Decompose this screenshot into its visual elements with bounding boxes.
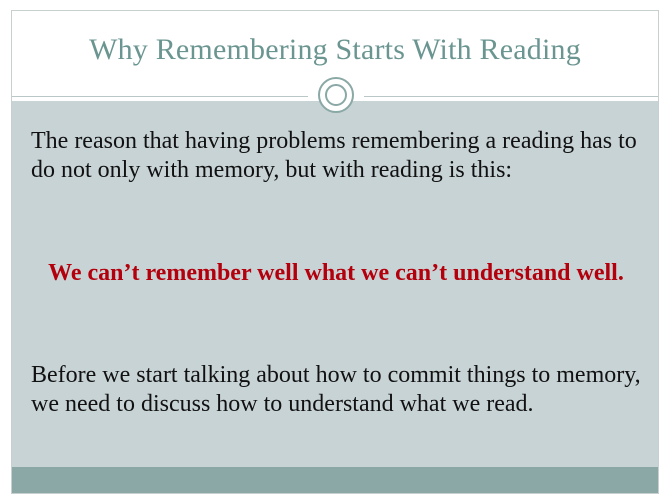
divider-inner-circle-icon <box>325 84 347 106</box>
body-paragraph-2: Before we start talking about how to com… <box>31 362 641 417</box>
emphasis-statement: We can’t remember well what we can’t und… <box>48 260 624 286</box>
title-divider-left <box>12 96 308 97</box>
content-area: The reason that having problems remember… <box>12 101 658 469</box>
footer-bar <box>12 467 658 493</box>
title-divider-right <box>364 96 658 97</box>
slide: Why Remembering Starts With Reading The … <box>11 10 659 494</box>
slide-title: Why Remembering Starts With Reading <box>89 33 581 66</box>
body-paragraph-1: The reason that having problems remember… <box>31 128 637 183</box>
divider-circle-icon <box>318 77 354 113</box>
